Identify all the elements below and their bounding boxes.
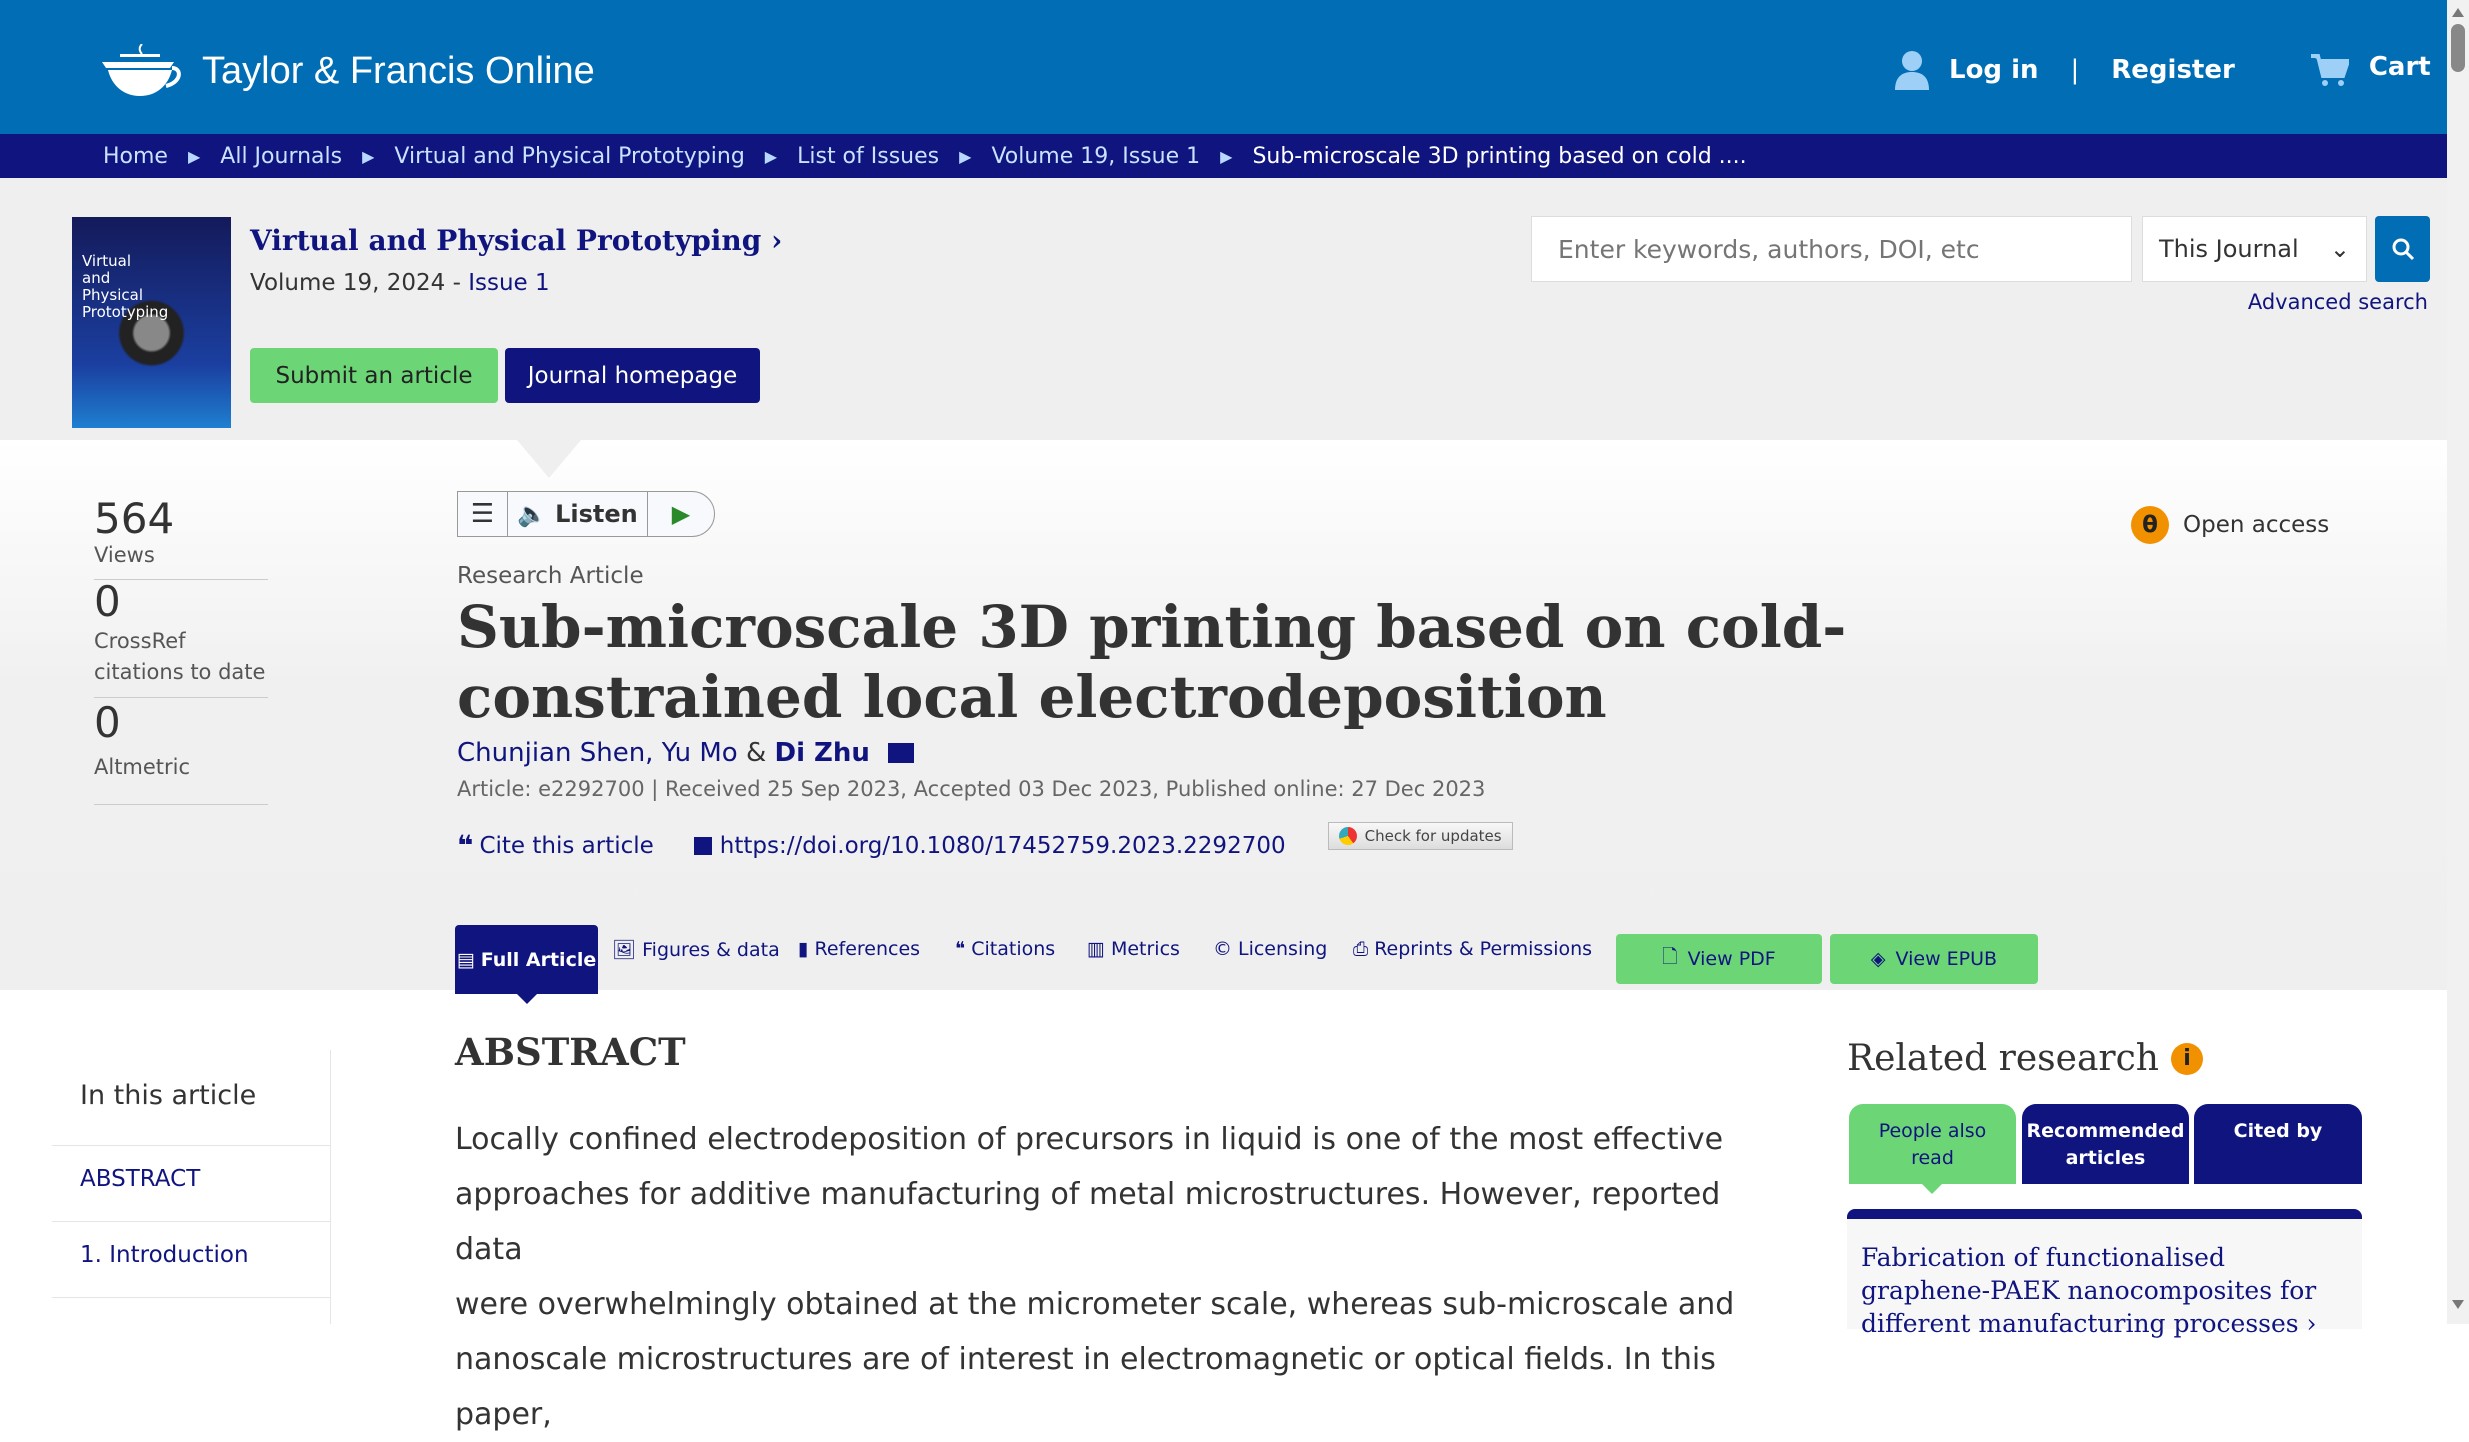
- register-link[interactable]: Register: [2111, 55, 2235, 85]
- breadcrumb: Home ▶ All Journals ▶ Virtual and Physical…: [0, 134, 2447, 178]
- logo[interactable]: Taylor & Francis Online: [96, 44, 595, 98]
- abstract-heading: ABSTRACT: [455, 1030, 686, 1074]
- tab-recommended-articles[interactable]: Recommended articles: [2022, 1104, 2189, 1184]
- breadcrumb-journal[interactable]: Virtual and Physical Prototyping: [394, 144, 744, 169]
- tab-licensing[interactable]: © Licensing: [1213, 938, 1327, 960]
- submit-article-button[interactable]: Submit an article: [250, 348, 498, 403]
- breadcrumb-current: Sub-microscale 3D printing based on cold…: [1252, 143, 1747, 169]
- login-link[interactable]: Log in: [1949, 55, 2039, 85]
- breadcrumb-all-journals[interactable]: All Journals: [220, 144, 342, 169]
- toc-item-abstract[interactable]: ABSTRACT: [80, 1166, 200, 1192]
- external-link-icon: [693, 836, 712, 855]
- related-card[interactable]: Fabrication of functionalised graphene-P…: [1847, 1209, 2362, 1338]
- info-icon[interactable]: i: [2170, 1042, 2203, 1075]
- author-link[interactable]: Di Zhu: [775, 738, 870, 768]
- epub-icon: ◈: [1870, 948, 1886, 970]
- journal-title-link[interactable]: Virtual and Physical Prototyping ›: [250, 224, 782, 257]
- abstract-text: Locally confined electrodeposition of pr…: [455, 1122, 1735, 1432]
- article-metrics: 564 Views 0 CrossRef citations to date 0…: [94, 494, 268, 779]
- tab-metrics[interactable]: ▥ Metrics: [1087, 938, 1180, 960]
- pdf-icon: 🗋: [1662, 946, 1678, 968]
- scroll-up-icon[interactable]: [2452, 8, 2464, 17]
- listen-button[interactable]: 🔈 Listen: [508, 492, 648, 536]
- journal-volume: Volume 19, 2024 -: [250, 270, 469, 296]
- user-icon: [1895, 51, 1929, 90]
- cite-link[interactable]: Cite this article: [479, 833, 653, 859]
- active-tab-pointer: [1922, 1184, 1942, 1194]
- search-icon: [2392, 238, 2414, 261]
- related-article-link[interactable]: Fabrication of functionalised graphene-P…: [1847, 1219, 2362, 1362]
- quote-icon: ❝: [457, 829, 474, 862]
- bar-chart-icon: ▥: [1087, 938, 1105, 960]
- tab-people-also-read[interactable]: People also read: [1849, 1104, 2016, 1184]
- chevron-down-icon: ⌄: [2329, 235, 2350, 263]
- speaker-icon: 🔈: [517, 500, 548, 528]
- tab-references[interactable]: ▮ References: [798, 938, 920, 960]
- open-access-badge: θ Open access: [2131, 506, 2329, 544]
- listen-widget: ☰ 🔈 Listen ▶: [457, 491, 715, 537]
- scrollbar[interactable]: [2447, 0, 2469, 1324]
- scroll-down-icon[interactable]: [2452, 1300, 2464, 1309]
- altmetric-count[interactable]: 0: [94, 698, 268, 747]
- article-type: Research Article: [457, 563, 644, 589]
- related-research-title: Related research i: [1847, 1038, 2203, 1079]
- cart-link[interactable]: Cart: [2369, 52, 2431, 82]
- issue-link[interactable]: Issue 1: [468, 270, 549, 296]
- scrollbar-thumb[interactable]: [2451, 24, 2465, 72]
- article-title: Sub-microscale 3D printing based on cold…: [457, 593, 1847, 731]
- check-updates-button[interactable]: Check for updates: [1327, 821, 1513, 850]
- breadcrumb-volume[interactable]: Volume 19, Issue 1: [991, 144, 1200, 169]
- breadcrumb-home[interactable]: Home: [103, 144, 168, 169]
- view-epub-button[interactable]: ◈ View EPUB: [1830, 934, 2038, 984]
- crossmark-icon: [1338, 826, 1357, 845]
- copyright-icon: ©: [1213, 938, 1232, 960]
- book-icon: ▮: [798, 938, 809, 960]
- email-icon[interactable]: [888, 743, 915, 763]
- active-tab-pointer: [517, 994, 537, 1004]
- crossref-count[interactable]: 0: [94, 577, 268, 626]
- author-link[interactable]: Chunjian Shen: [457, 738, 645, 768]
- doi-link[interactable]: https://doi.org/10.1080/17452759.2023.22…: [720, 833, 1286, 859]
- tab-figures[interactable]: 🖼 Figures & data: [612, 938, 780, 962]
- quote-icon: ❝: [955, 938, 966, 960]
- tab-citations[interactable]: ❝ Citations: [955, 938, 1055, 960]
- toc-title: In this article: [80, 1080, 257, 1111]
- search-scope-select[interactable]: This Journal ⌄: [2142, 216, 2367, 282]
- tab-full-article[interactable]: ▤ Full Article: [455, 925, 598, 994]
- table-of-contents: In this article ABSTRACT 1. Introduction: [52, 1050, 331, 1324]
- toc-item-introduction[interactable]: 1. Introduction: [80, 1242, 249, 1268]
- journal-cover[interactable]: Virtual and Physical Prototyping: [72, 217, 231, 428]
- views-count: 564: [94, 494, 175, 543]
- menu-icon[interactable]: ☰: [458, 492, 508, 536]
- view-pdf-button[interactable]: 🗋 View PDF: [1616, 934, 1822, 984]
- cart-icon[interactable]: [2310, 53, 2349, 87]
- tab-cited-by[interactable]: Cited by: [2194, 1104, 2362, 1184]
- logo-text: Taylor & Francis Online: [202, 49, 595, 92]
- print-icon: ⎙: [1353, 938, 1369, 960]
- pointer-triangle: [517, 440, 581, 478]
- tab-reprints[interactable]: ⎙ Reprints & Permissions: [1353, 938, 1592, 960]
- search-input[interactable]: [1531, 216, 2132, 282]
- search-button[interactable]: [2375, 216, 2430, 282]
- author-link[interactable]: Yu Mo: [662, 738, 738, 768]
- teacup-logo-icon: [102, 44, 181, 96]
- journal-homepage-button[interactable]: Journal homepage: [505, 348, 760, 403]
- play-icon[interactable]: ▶: [648, 492, 714, 536]
- breadcrumb-issues[interactable]: List of Issues: [797, 144, 939, 169]
- document-icon: ▤: [456, 948, 475, 971]
- divider: |: [2070, 55, 2080, 85]
- site-header: Taylor & Francis Online Log in | Registe…: [0, 0, 2447, 134]
- article-meta: Article: e2292700 | Received 25 Sep 2023…: [457, 777, 1486, 801]
- image-icon: 🖼: [612, 939, 637, 961]
- advanced-search-link[interactable]: Advanced search: [2248, 290, 2428, 314]
- authors: Chunjian Shen, Yu Mo & Di Zhu: [457, 738, 915, 768]
- open-lock-icon: θ: [2131, 506, 2169, 544]
